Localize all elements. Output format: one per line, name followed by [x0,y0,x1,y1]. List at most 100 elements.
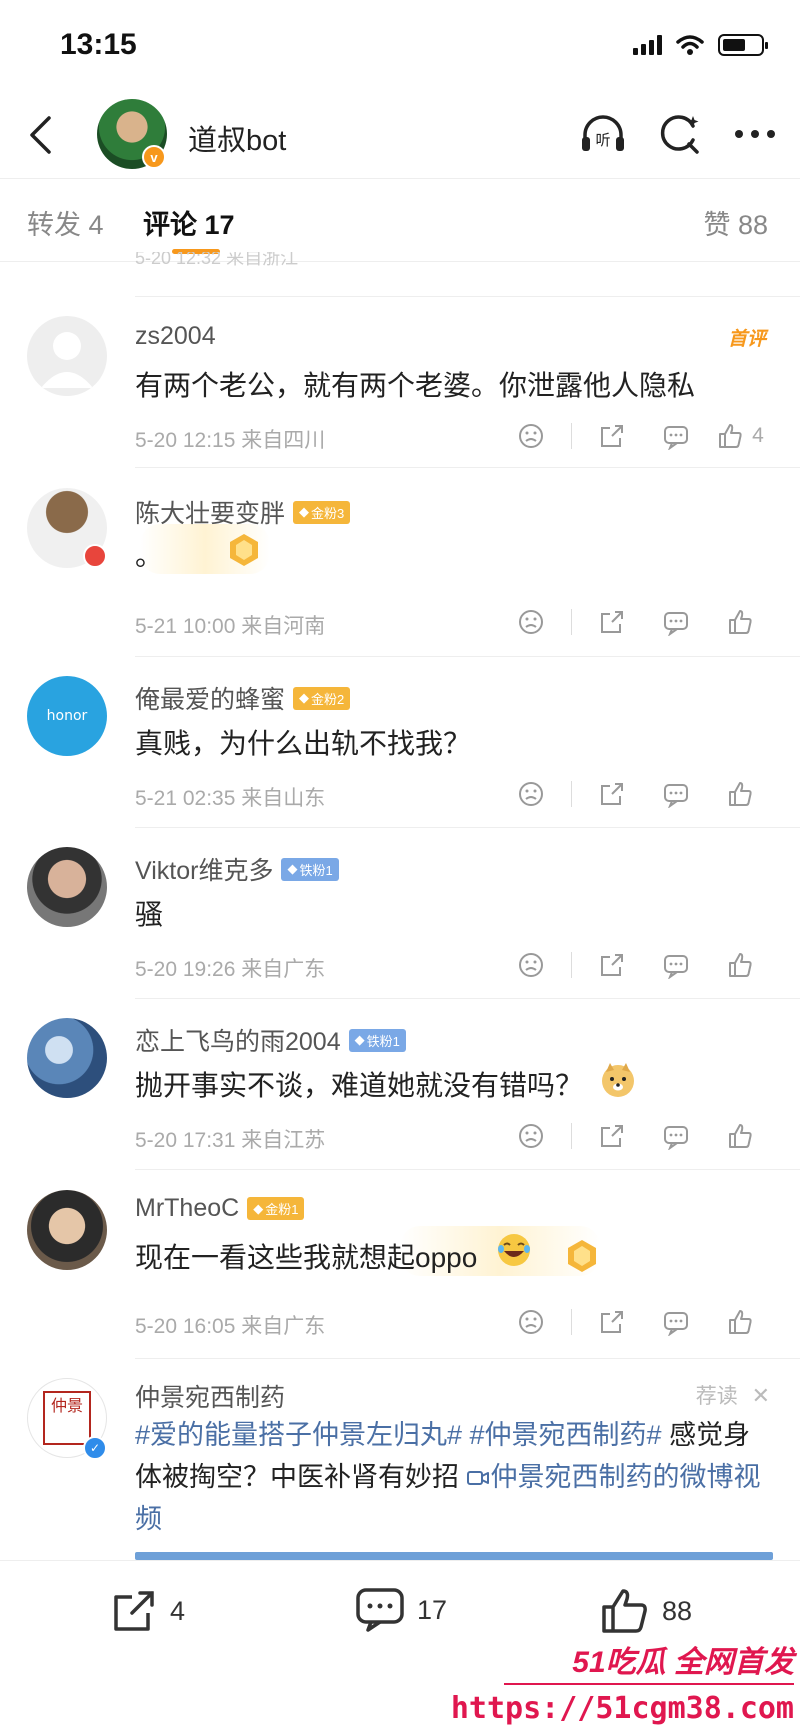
user-avatar[interactable] [27,1190,107,1270]
like-button[interactable] [708,1118,772,1154]
frown-icon [519,953,543,977]
promoted-media-preview[interactable] [135,1552,773,1560]
thumbs-up-icon [729,782,752,806]
comment-actions [499,1118,772,1154]
thumbs-up-icon [602,1589,647,1633]
frown-icon [519,1124,543,1148]
tab-reposts[interactable]: 转发 4 [27,203,104,242]
share-button[interactable] [580,418,644,454]
dislike-button[interactable] [499,604,563,640]
status-icons [633,34,768,56]
comment-meta: 5-21 10:00 来自河南 [135,615,326,638]
dislike-button[interactable] [499,776,563,812]
hashtag-link[interactable]: #爱的能量搭子仲景左归丸# #仲景宛西制药# [135,1420,662,1450]
comment-username[interactable]: 恋上飞鸟的雨2004 [135,1022,341,1058]
comment-username[interactable]: MrTheoC [135,1194,239,1223]
fan-badge: ◆ 铁粉1 [348,1028,406,1052]
like-button[interactable] [708,776,772,812]
user-avatar[interactable] [27,847,107,927]
comment-username-row: 恋上飞鸟的雨2004 ◆ 铁粉1 [135,1022,406,1058]
action-divider [571,781,572,807]
user-avatar[interactable] [27,316,107,396]
header-actions: 听 [578,109,780,159]
comment-divider [135,827,800,828]
battery-icon [718,34,768,56]
comment-icon [664,1126,688,1150]
more-icon [735,130,775,138]
frown-icon [519,782,543,806]
dislike-button[interactable] [499,1304,563,1340]
share-button[interactable] [580,947,644,983]
like-button[interactable]: 88 [600,1587,692,1635]
share-button[interactable] [580,1304,644,1340]
dislike-button[interactable] [499,1118,563,1154]
thumbs-up-icon [729,610,752,634]
comment-meta: 5-20 19:26 来自广东 [135,958,326,981]
action-divider [571,423,572,449]
tab-likes[interactable]: 赞 88 [703,203,768,242]
headphones-icon: 听 [582,115,624,151]
comment-button[interactable]: 17 [355,1587,447,1633]
avatar-logo-text: honor [46,708,88,724]
share-icon [601,611,623,633]
like-button[interactable] [708,604,772,640]
site-watermark: 51吃瓜 全网首发 https://51cgm38.com [451,1635,800,1733]
status-bar: 13:15 [0,0,800,95]
reply-button[interactable] [644,776,708,812]
comment-divider [135,467,800,468]
verified-badge: v [142,145,166,169]
like-button[interactable] [708,1304,772,1340]
advertiser-name[interactable]: 仲景宛西制药 [135,1378,285,1414]
comment-text: 骚 [135,899,164,930]
comment-icon [664,612,688,636]
thumbs-up-icon [719,424,742,448]
dislike-button[interactable] [499,418,563,454]
repost-button[interactable]: 4 [110,1587,185,1635]
recommended-tag: 荐读 ✕ [695,1383,770,1408]
gold-gem-icon [568,1240,596,1272]
like-count: 88 [662,1595,693,1626]
comment-icon [664,426,688,450]
more-button[interactable] [730,109,780,159]
listen-button[interactable]: 听 [578,109,628,159]
comment-username[interactable]: Viktor维克多 [135,851,273,887]
comment-divider [135,998,800,999]
like-button[interactable] [708,947,772,983]
comment-icon [356,1588,404,1632]
signal-icon [633,35,662,55]
comment-meta: 5-20 16:05 来自广东 [135,1315,326,1338]
member-badge [83,544,107,568]
search-button[interactable] [654,109,704,159]
like-count: 4 [752,424,764,447]
like-button[interactable]: 4 [708,418,772,454]
share-button[interactable] [580,776,644,812]
comment-actions [499,776,772,812]
share-button[interactable] [580,604,644,640]
tab-comments[interactable]: 评论 17 [143,203,235,242]
author-name[interactable]: 道叔bot [188,117,286,159]
reply-button[interactable] [644,1118,708,1154]
fan-badge: ◆ 金粉2 [293,686,351,710]
comment-username[interactable]: 俺最爱的蜂蜜 [135,680,285,716]
dislike-button[interactable] [499,947,563,983]
thumbs-up-icon [729,1124,752,1148]
user-avatar[interactable]: honor [27,676,107,756]
share-button[interactable] [580,1118,644,1154]
reply-button[interactable] [644,1304,708,1340]
comment-username[interactable]: zs2004 [135,322,216,351]
comment-count: 17 [417,1594,448,1625]
user-avatar[interactable] [27,1018,107,1098]
video-icon [466,1471,489,1485]
wifi-icon [676,35,704,55]
reply-button[interactable] [644,947,708,983]
comment-actions [499,1304,772,1340]
comment-meta: 5-20 17:31 来自江苏 [135,1129,326,1152]
close-icon[interactable]: ✕ [752,1383,770,1408]
comment-meta: 5-20 12:15 来自四川 [135,429,326,452]
reply-button[interactable] [644,418,708,454]
fan-badge: ◆ 金粉3 [293,500,351,524]
action-divider [571,952,572,978]
reply-button[interactable] [644,604,708,640]
frown-icon [519,610,543,634]
back-button[interactable] [18,113,62,157]
